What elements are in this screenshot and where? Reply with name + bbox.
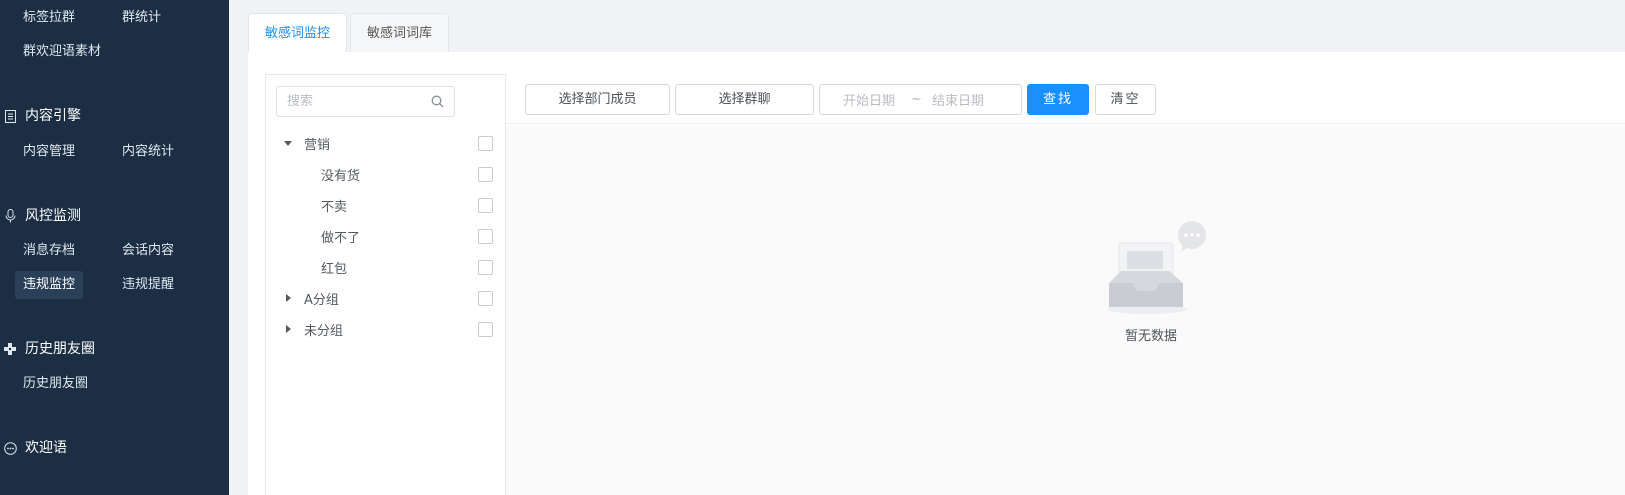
tree-search-box[interactable] xyxy=(276,86,455,117)
content-card: 营销 没有货 不卖 做不了 红包 A分组 xyxy=(248,52,1625,495)
empty-inbox-icon xyxy=(1103,221,1213,317)
sidebar-group-risk-monitor[interactable]: 风控监测 xyxy=(0,204,81,228)
tree-node-label: A分组 xyxy=(304,292,339,308)
sidebar-group-label: 欢迎语 xyxy=(25,440,67,456)
date-range-separator: ~ xyxy=(911,92,922,107)
sidebar-item-group-stats[interactable]: 群统计 xyxy=(114,4,169,32)
group-tree-panel: 营销 没有货 不卖 做不了 红包 A分组 xyxy=(265,74,506,495)
end-date-input[interactable]: 结束日期 xyxy=(932,90,984,109)
results-area: 暂无数据 xyxy=(506,125,1625,495)
sidebar-item-session-content[interactable]: 会话内容 xyxy=(114,237,182,265)
sidebar-item-message-archive[interactable]: 消息存档 xyxy=(15,237,83,265)
sidebar-group-history-moments[interactable]: 历史朋友圈 xyxy=(0,337,95,361)
tree-node-label: 营销 xyxy=(304,137,331,153)
tree-node-checkbox[interactable] xyxy=(478,228,493,244)
sidebar-group-welcome[interactable]: 欢迎语 xyxy=(0,436,67,460)
tree-node-ungrouped[interactable]: 未分组 xyxy=(266,315,505,343)
tree-node-group-a[interactable]: A分组 xyxy=(266,284,505,312)
microphone-icon xyxy=(3,209,17,223)
caret-down-icon[interactable] xyxy=(283,138,293,148)
tab-sensitive-word-monitor[interactable]: 敏感词监控 xyxy=(248,13,348,52)
clear-button[interactable]: 清空 xyxy=(1095,84,1156,115)
sidebar-group-label: 风控监测 xyxy=(25,208,81,224)
sidebar: 标签拉群 群统计 群欢迎语素材 内容引擎 内容管理 内容统计 风控监测 消息存档… xyxy=(0,0,229,495)
sidebar-item-content-manage[interactable]: 内容管理 xyxy=(15,138,83,166)
tree-node-marketing[interactable]: 营销 xyxy=(266,129,505,157)
document-list-icon xyxy=(3,109,17,123)
tree-node-word[interactable]: 红包 xyxy=(266,253,505,281)
sidebar-group-label: 内容引擎 xyxy=(25,108,81,124)
tree-node-checkbox[interactable] xyxy=(478,259,493,275)
tree-node-checkbox[interactable] xyxy=(478,166,493,182)
main-content: 敏感词监控 敏感词词库 营销 没有货 不卖 xyxy=(229,0,1625,495)
chat-bubble-icon xyxy=(3,441,17,455)
sidebar-item-violation-monitor[interactable]: 违规监控 xyxy=(15,271,84,299)
select-member-button[interactable]: 选择部门成员 xyxy=(525,84,670,115)
tree-node-checkbox[interactable] xyxy=(478,321,493,337)
tree-node-label: 红包 xyxy=(321,261,348,277)
start-date-input[interactable]: 开始日期 xyxy=(843,90,895,109)
caret-right-icon[interactable] xyxy=(283,293,293,303)
tab-bar: 敏感词监控 敏感词词库 xyxy=(248,13,452,52)
tree-node-checkbox[interactable] xyxy=(478,197,493,213)
tree-node-label: 做不了 xyxy=(321,230,361,246)
tree-node-word[interactable]: 不卖 xyxy=(266,191,505,219)
sidebar-item-content-stats[interactable]: 内容统计 xyxy=(114,138,182,166)
empty-state-text: 暂无数据 xyxy=(1124,329,1177,344)
sidebar-item-tag-group[interactable]: 标签拉群 xyxy=(15,4,83,32)
tree-search-input[interactable] xyxy=(287,94,417,109)
sidebar-group-content-engine[interactable]: 内容引擎 xyxy=(0,104,81,128)
tab-sensitive-word-library[interactable]: 敏感词词库 xyxy=(350,13,450,52)
tree-node-label: 不卖 xyxy=(321,199,348,215)
sidebar-item-history-moments[interactable]: 历史朋友圈 xyxy=(15,370,96,398)
search-icon[interactable] xyxy=(431,95,444,112)
search-button[interactable]: 查找 xyxy=(1027,84,1089,115)
sidebar-item-welcome-material[interactable]: 群欢迎语素材 xyxy=(15,38,109,66)
tree-node-checkbox[interactable] xyxy=(478,135,493,151)
date-range-picker[interactable]: 开始日期 ~ 结束日期 xyxy=(819,84,1022,115)
sidebar-item-violation-alert[interactable]: 违规提醒 xyxy=(114,271,182,299)
sidebar-group-label: 历史朋友圈 xyxy=(25,341,95,357)
tree-node-word[interactable]: 做不了 xyxy=(266,222,505,250)
tree-node-checkbox[interactable] xyxy=(478,290,493,306)
tree-node-label: 没有货 xyxy=(321,168,361,184)
tree-node-word[interactable]: 没有货 xyxy=(266,160,505,188)
filter-bar: 选择部门成员 选择群聊 开始日期 ~ 结束日期 查找 清空 xyxy=(506,74,1625,124)
select-group-chat-button[interactable]: 选择群聊 xyxy=(675,84,814,115)
tree-node-label: 未分组 xyxy=(304,323,344,339)
grid-plus-icon xyxy=(3,342,17,356)
caret-right-icon[interactable] xyxy=(283,324,293,334)
